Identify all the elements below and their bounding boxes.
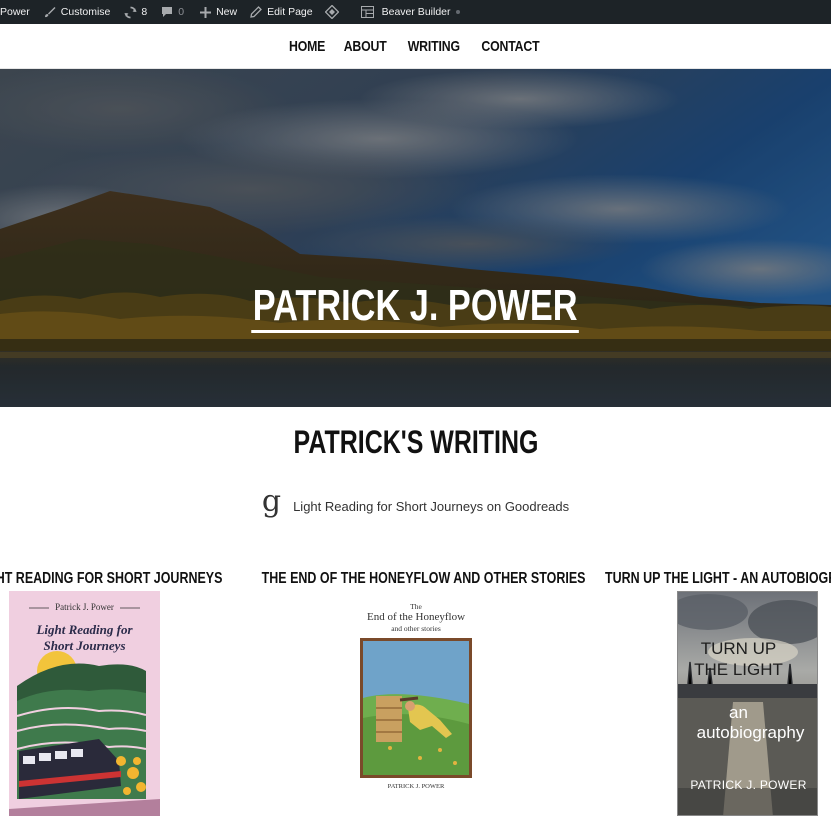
cover-3-author: PATRICK J. POWER xyxy=(690,778,807,792)
brush-icon xyxy=(43,5,57,19)
cover-2-author: PATRICK J. POWER xyxy=(387,783,445,790)
nav-writing[interactable]: WRITING xyxy=(406,38,461,55)
plus-icon xyxy=(198,5,212,19)
comments-count: 0 xyxy=(178,6,185,18)
cover-3-line2: THE LIGHT xyxy=(694,660,783,679)
book-cover-1[interactable]: Patrick J. Power Light Reading for Short… xyxy=(9,591,160,816)
edit-page-label: Edit Page xyxy=(267,6,313,18)
admin-bar-site-link[interactable]: Power xyxy=(0,0,30,24)
cover-2-subtitle: and other stories xyxy=(391,624,441,633)
goodreads-row: g Light Reading for Short Journeys on Go… xyxy=(0,487,831,517)
section-heading-text: PATRICK'S WRITING xyxy=(293,424,538,460)
customise-label: Customise xyxy=(60,6,111,18)
new-label: New xyxy=(216,6,238,18)
admin-bar-beaver-builder[interactable]: Beaver Builder xyxy=(361,0,460,24)
book-title-3-text: TURN UP THE LIGHT - AN AUTOBIOGRAPHY xyxy=(605,570,831,587)
cover-1-author: Patrick J. Power xyxy=(55,602,114,612)
book-title-3[interactable]: TURN UP THE LIGHT - AN AUTOBIOGRAPHY xyxy=(605,570,831,588)
hero-title-text: PATRICK J. POWER xyxy=(251,282,580,333)
admin-bar: Power Customise 8 0 New Edit Page Beaver… xyxy=(0,0,831,24)
cover-3-line3: an xyxy=(729,703,748,722)
book-title-2-text: THE END OF THE HONEYFLOW AND OTHER STORI… xyxy=(261,570,586,587)
nav-contact[interactable]: CONTACT xyxy=(480,38,541,55)
updates-icon xyxy=(123,5,137,19)
hero-banner: PATRICK J. POWER xyxy=(0,69,831,407)
goodreads-link[interactable]: Light Reading for Short Journeys on Good… xyxy=(293,499,569,514)
beaver-builder-label: Beaver Builder xyxy=(381,6,451,18)
cover-1-title-line1: Light Reading for xyxy=(36,622,133,637)
book-cover-2[interactable]: The End of the Honeyflow and other stori… xyxy=(346,596,486,796)
cover-3-line1: TURN UP xyxy=(700,639,777,658)
nav-about[interactable]: ABOUT xyxy=(342,38,388,55)
status-dot xyxy=(455,10,460,14)
book-title-1-text: LIGHT READING FOR SHORT JOURNEYS xyxy=(0,570,223,587)
diamond-icon xyxy=(324,5,339,19)
nav-home[interactable]: HOME xyxy=(287,38,327,55)
cover-2-title: End of the Honeyflow xyxy=(366,611,466,623)
main-nav: HOME ABOUT WRITING CONTACT xyxy=(0,24,831,69)
updates-count: 8 xyxy=(141,6,148,18)
section-heading: PATRICK'S WRITING xyxy=(0,424,831,461)
book-title-1[interactable]: LIGHT READING FOR SHORT JOURNEYS xyxy=(0,570,250,588)
book-cover-3[interactable]: TURN UP THE LIGHT an autobiography PATRI… xyxy=(677,591,818,816)
cover-3-line4: autobiography xyxy=(696,723,805,742)
hero-title[interactable]: PATRICK J. POWER xyxy=(0,281,831,333)
hero-landscape-image xyxy=(0,69,831,407)
admin-bar-updates[interactable]: 8 xyxy=(123,0,147,24)
goodreads-icon[interactable]: g xyxy=(262,487,281,517)
site-name: Power xyxy=(0,6,30,18)
book-title-2[interactable]: THE END OF THE HONEYFLOW AND OTHER STORI… xyxy=(216,570,616,588)
admin-bar-customise[interactable]: Customise xyxy=(43,0,111,24)
admin-bar-diamond[interactable] xyxy=(324,0,343,24)
admin-bar-comments[interactable]: 0 xyxy=(160,0,184,24)
admin-bar-edit-page[interactable]: Edit Page xyxy=(249,0,313,24)
admin-bar-new[interactable]: New xyxy=(198,0,237,24)
cover-2-illustration xyxy=(360,638,472,778)
cover-2-the: The xyxy=(410,602,422,611)
comment-icon xyxy=(160,5,174,19)
builder-grid-icon xyxy=(361,5,375,19)
cover-1-title-line2: Short Journeys xyxy=(43,638,126,653)
pencil-icon xyxy=(249,5,263,19)
